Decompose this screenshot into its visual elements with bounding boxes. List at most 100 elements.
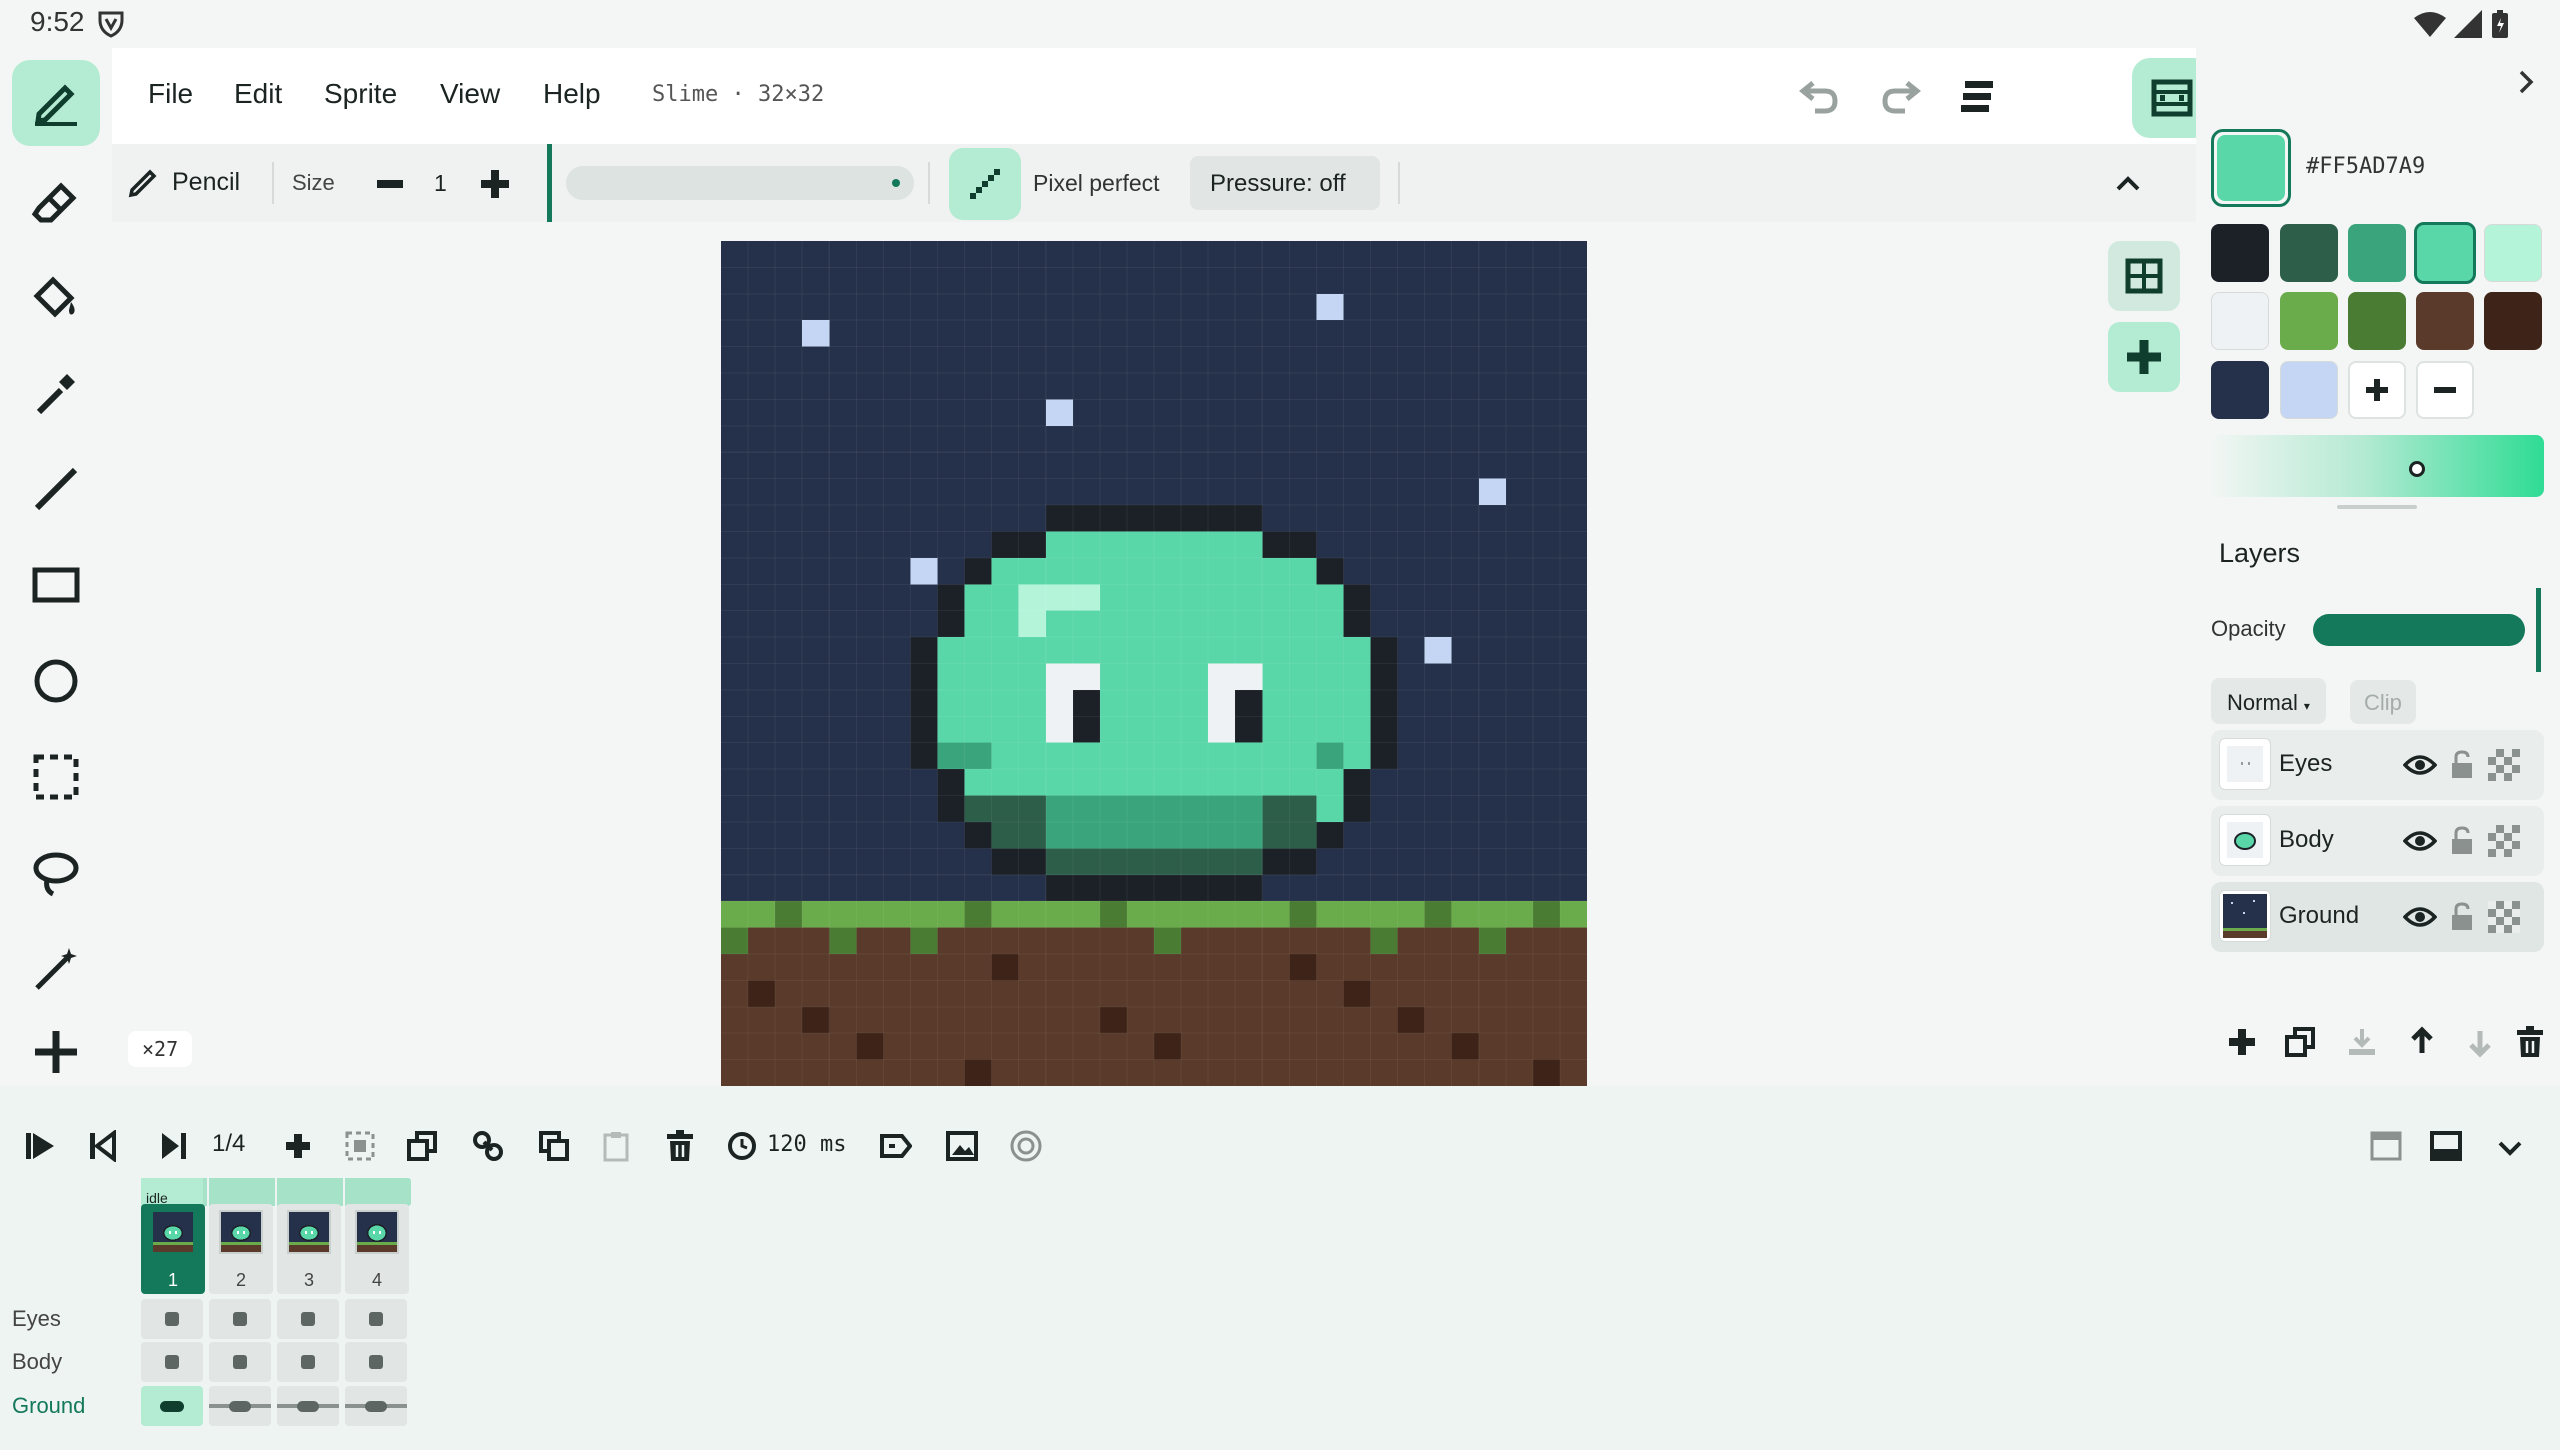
cel[interactable] xyxy=(209,1299,271,1339)
palette-swatch[interactable] xyxy=(2414,222,2476,284)
layer-row[interactable]: Ground xyxy=(2211,882,2544,952)
blend-mode-select[interactable]: Normal ▾ xyxy=(2211,678,2326,724)
pan-toggle-button[interactable] xyxy=(2108,322,2180,392)
eyedropper-tool-button[interactable] xyxy=(12,350,100,436)
cel[interactable] xyxy=(209,1386,271,1426)
delete-frame-button[interactable] xyxy=(660,1126,700,1166)
frame-header[interactable]: 4 xyxy=(345,1204,409,1294)
lasso-tool-button[interactable] xyxy=(12,830,100,916)
move-layer-down-button[interactable] xyxy=(2460,1024,2500,1064)
cel[interactable] xyxy=(141,1299,203,1339)
palette-swatch[interactable] xyxy=(2484,224,2542,282)
menu-sprite[interactable]: Sprite xyxy=(324,78,397,110)
timeline-collapse-button[interactable] xyxy=(2490,1130,2530,1166)
lock-toggle[interactable] xyxy=(2447,746,2477,784)
frame-header[interactable]: 3 xyxy=(277,1204,341,1294)
collapse-panel-button[interactable] xyxy=(2508,64,2544,100)
visibility-toggle[interactable] xyxy=(2401,822,2439,860)
cel[interactable] xyxy=(345,1342,407,1382)
palette-swatch[interactable] xyxy=(2280,292,2338,350)
add-layer-button[interactable] xyxy=(2222,1022,2262,1062)
pressure-toggle[interactable]: Pressure: off xyxy=(1190,156,1380,210)
alpha-lock-toggle[interactable] xyxy=(2485,746,2523,784)
ellipse-tool-button[interactable] xyxy=(12,638,100,724)
alpha-lock-toggle[interactable] xyxy=(2485,898,2523,936)
timeline-compact-button[interactable] xyxy=(2366,1126,2406,1166)
lock-toggle[interactable] xyxy=(2447,822,2477,860)
rectangle-tool-button[interactable] xyxy=(12,542,100,628)
frame-duration[interactable]: 120 ms xyxy=(767,1132,846,1157)
clipboard-button[interactable] xyxy=(596,1126,636,1166)
layers-toggle-button[interactable] xyxy=(1952,72,2002,122)
palette-swatch[interactable] xyxy=(2416,292,2474,350)
undo-button[interactable] xyxy=(1794,72,1844,122)
first-frame-button[interactable] xyxy=(80,1124,124,1168)
cel[interactable] xyxy=(345,1386,407,1426)
visibility-toggle[interactable] xyxy=(2401,898,2439,936)
move-layer-up-button[interactable] xyxy=(2402,1020,2442,1060)
clip-toggle[interactable]: Clip xyxy=(2350,680,2416,724)
link-frame-button[interactable] xyxy=(468,1126,508,1166)
cel[interactable] xyxy=(141,1342,203,1382)
frame-header[interactable]: 2 xyxy=(209,1204,273,1294)
remove-color-button[interactable] xyxy=(2416,361,2474,419)
pencil-tool-button[interactable] xyxy=(12,60,100,146)
cel[interactable] xyxy=(277,1342,339,1382)
add-frame-button[interactable] xyxy=(278,1126,318,1166)
layer-row[interactable]: Body xyxy=(2211,806,2544,876)
frame-header[interactable]: 1 xyxy=(141,1204,205,1294)
palette-swatch[interactable] xyxy=(2348,292,2406,350)
paste-frame-button[interactable] xyxy=(534,1126,574,1166)
onion-skin-button[interactable] xyxy=(1006,1126,1046,1166)
visibility-toggle[interactable] xyxy=(2401,746,2439,784)
alpha-lock-toggle[interactable] xyxy=(2485,822,2523,860)
timeline-expand-button[interactable] xyxy=(2426,1126,2466,1166)
eraser-tool-button[interactable] xyxy=(12,158,100,244)
cel[interactable] xyxy=(345,1299,407,1339)
add-color-button[interactable] xyxy=(2348,361,2406,419)
delete-layer-button[interactable] xyxy=(2510,1022,2550,1062)
size-slider[interactable] xyxy=(566,166,914,200)
merge-down-button[interactable] xyxy=(2342,1022,2382,1062)
marquee-tool-button[interactable] xyxy=(12,734,100,820)
frame-properties-button[interactable] xyxy=(942,1126,982,1166)
cel[interactable] xyxy=(141,1386,203,1426)
line-tool-button[interactable] xyxy=(12,446,100,532)
cel[interactable] xyxy=(209,1342,271,1382)
redo-button[interactable] xyxy=(1876,72,1926,122)
next-frame-button[interactable] xyxy=(152,1124,196,1168)
sprite-canvas[interactable] xyxy=(721,241,1587,1086)
menu-edit[interactable]: Edit xyxy=(234,78,282,110)
duplicate-layer-button[interactable] xyxy=(2280,1022,2320,1062)
cel[interactable] xyxy=(277,1386,339,1426)
color-picker-gradient[interactable] xyxy=(2211,435,2544,497)
slider-thumb[interactable] xyxy=(892,179,900,187)
play-button[interactable] xyxy=(18,1124,62,1168)
timer-icon[interactable] xyxy=(722,1126,762,1166)
fill-tool-button[interactable] xyxy=(12,254,100,340)
palette-swatch[interactable] xyxy=(2484,292,2542,350)
pixel-perfect-toggle[interactable] xyxy=(949,148,1021,220)
palette-swatch[interactable] xyxy=(2211,224,2269,282)
color-picker-handle[interactable] xyxy=(2409,461,2425,477)
current-color-swatch[interactable] xyxy=(2211,129,2291,207)
tag-bar-idle[interactable]: idle xyxy=(141,1178,411,1206)
lock-toggle[interactable] xyxy=(2447,898,2477,936)
palette-swatch[interactable] xyxy=(2211,361,2269,419)
palette-swatch[interactable] xyxy=(2280,361,2338,419)
layer-row[interactable]: Eyes xyxy=(2211,730,2544,800)
grid-toggle-button[interactable] xyxy=(2108,241,2180,311)
tag-button[interactable] xyxy=(876,1126,916,1166)
menu-help[interactable]: Help xyxy=(543,78,601,110)
menu-file[interactable]: File xyxy=(148,78,193,110)
panel-resize-handle[interactable] xyxy=(2337,505,2417,509)
opacity-slider[interactable] xyxy=(2313,614,2525,646)
menu-view[interactable]: View xyxy=(440,78,500,110)
palette-swatch[interactable] xyxy=(2211,292,2269,350)
size-decrease-button[interactable] xyxy=(372,166,408,202)
collapse-options-button[interactable] xyxy=(2110,166,2146,202)
magic-wand-tool-button[interactable] xyxy=(12,926,100,1012)
palette-swatch[interactable] xyxy=(2348,224,2406,282)
cel[interactable] xyxy=(277,1299,339,1339)
palette-swatch[interactable] xyxy=(2280,224,2338,282)
